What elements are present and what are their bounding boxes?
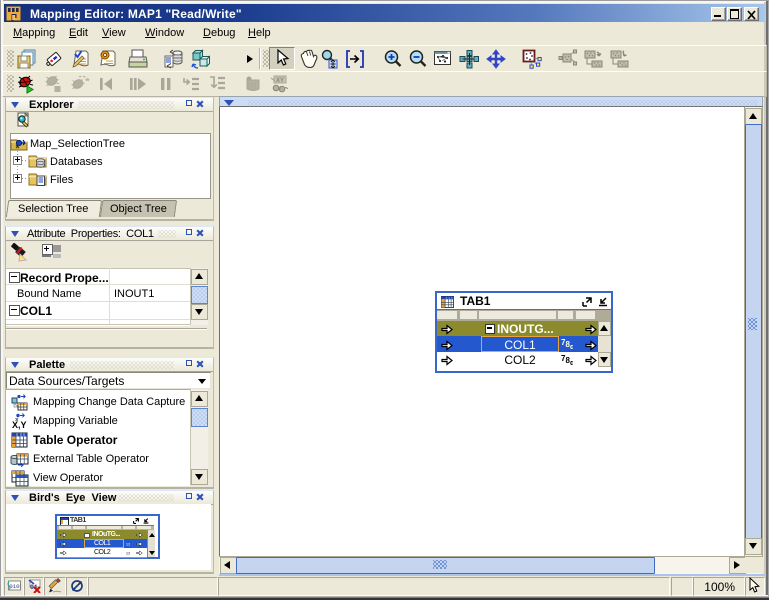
svg-text:g: g	[570, 360, 573, 365]
svg-text:g: g	[570, 344, 573, 349]
svg-text:X,Y: X,Y	[12, 420, 27, 430]
svg-text:XY: XY	[276, 78, 284, 84]
svg-text:0101: 0101	[9, 583, 21, 590]
